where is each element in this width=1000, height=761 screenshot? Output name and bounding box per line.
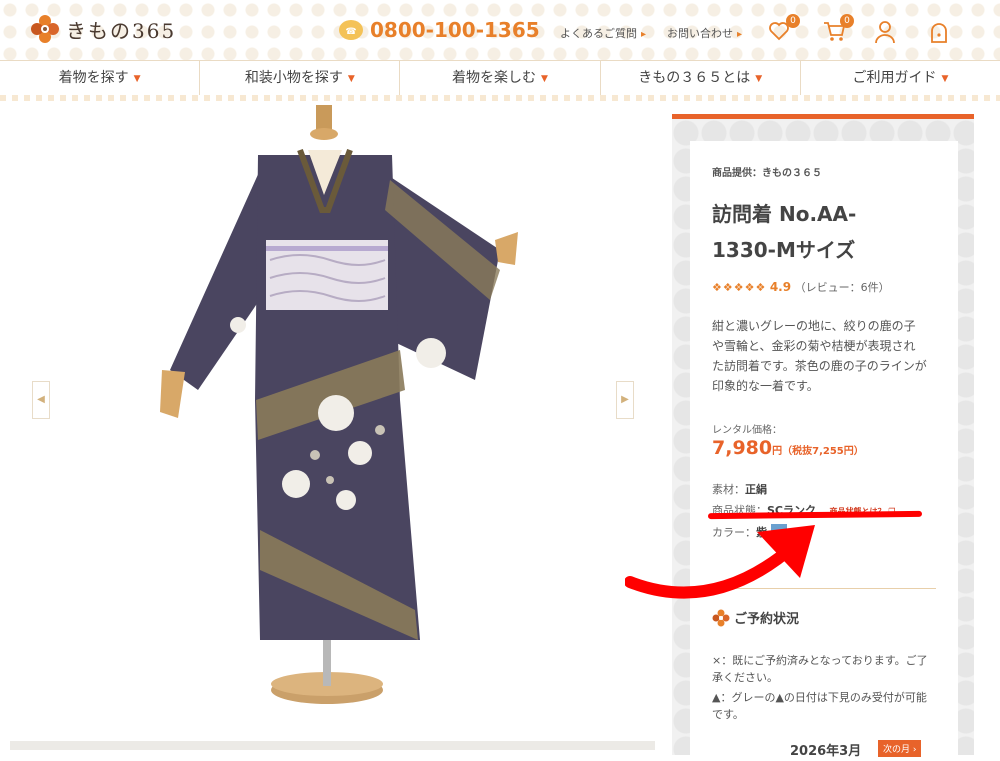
- material-label: 素材：: [712, 483, 745, 496]
- price-unit: 円: [772, 446, 783, 457]
- user-icon: [875, 21, 895, 44]
- nav-label: ご利用ガイド: [852, 70, 937, 86]
- cart-button[interactable]: 0: [822, 14, 854, 44]
- nav-item-guide[interactable]: ご利用ガイド ▼: [799, 61, 1000, 95]
- rating-value: 4.9: [769, 280, 792, 294]
- site-logo[interactable]: きもの365: [30, 14, 176, 44]
- caret-down-icon: ▼: [133, 74, 141, 84]
- product-photo: [160, 105, 518, 704]
- product-description: 紺と濃いグレーの地に、絞りの鹿の子や雪輪と、金彩の菊や桔梗が表現された訪問着です…: [712, 319, 927, 393]
- reservation-note-booked: ×：既にご予約済みとなっております。ご了承ください。: [712, 654, 928, 684]
- nav-label: 着物を楽しむ: [452, 70, 537, 86]
- price-tax: （税抜7,255円）: [782, 446, 864, 457]
- faq-link[interactable]: よくあるご質問: [560, 25, 646, 41]
- product-info-card: 商品提供：きもの３６５ 訪問着 No.AA-1330-Mサイズ ❖❖❖❖❖ 4.…: [690, 141, 958, 761]
- caret-down-icon: ▼: [347, 74, 355, 84]
- contact-link[interactable]: お問い合わせ: [667, 25, 742, 41]
- main-nav: 着物を探す ▼ 和装小物を探す ▼ 着物を楽しむ ▼ きもの３６５とは ▼ ご利用ガイド…: [0, 60, 1000, 96]
- material-value: 正絹: [745, 483, 767, 496]
- next-month-button[interactable]: 次の月 ›: [878, 740, 922, 757]
- carousel-prev-button[interactable]: ◀: [32, 381, 50, 419]
- cart-count-badge: 0: [840, 14, 854, 28]
- nav-label: 和装小物を探す: [244, 70, 343, 86]
- product-title: 訪問着 No.AA-1330-Mサイズ: [712, 202, 857, 262]
- lock-icon: [931, 23, 947, 43]
- caret-down-icon: ▼: [755, 74, 763, 84]
- chevron-right-icon: ▶: [621, 394, 629, 405]
- thumbnail-strip: [10, 741, 655, 750]
- price-label: レンタル価格：: [712, 425, 782, 436]
- nav-item-enjoy-kimono[interactable]: 着物を楽しむ ▼: [399, 61, 599, 95]
- annotation-arrow-icon: [625, 525, 815, 599]
- login-button[interactable]: [928, 20, 952, 44]
- site-header: きもの365 ☎ 0800-100-1365 よくあるご質問 お問い合わせ 0 …: [0, 0, 1000, 60]
- nav-label: 着物を探す: [58, 70, 129, 86]
- product-info-panel: 商品提供：きもの３６５ 訪問着 No.AA-1330-Mサイズ ❖❖❖❖❖ 4.…: [672, 114, 974, 761]
- phone-icon: ☎: [339, 20, 363, 40]
- phone-number[interactable]: ☎ 0800-100-1365: [338, 18, 540, 42]
- nav-item-search-accessories[interactable]: 和装小物を探す ▼: [199, 61, 399, 95]
- rating-row[interactable]: ❖❖❖❖❖ 4.9 （レビュー：6件）: [712, 279, 890, 295]
- price-value: 7,980: [712, 437, 773, 459]
- logo-text: きもの365: [66, 18, 177, 43]
- caret-down-icon: ▼: [941, 74, 949, 84]
- nav-item-search-kimono[interactable]: 着物を探す ▼: [0, 61, 199, 95]
- material-row: 素材：正絹: [712, 481, 767, 497]
- favorite-button[interactable]: 0: [768, 14, 800, 44]
- star-rating-icon: ❖❖❖❖❖: [712, 281, 767, 294]
- nav-item-about[interactable]: きもの３６５とは ▼: [599, 61, 800, 95]
- phone-text: 0800-100-1365: [370, 18, 540, 42]
- provider-label: 商品提供：きもの３６５: [712, 168, 822, 179]
- nav-label: きもの３６５とは: [638, 70, 751, 86]
- svg-text:☎: ☎: [345, 27, 356, 37]
- reservation-note-preview: ▲：グレーの▲の日付は下見のみ受付が可能です。: [712, 691, 927, 721]
- price: 7,980円（税抜7,255円）: [712, 437, 864, 459]
- favorite-count-badge: 0: [786, 14, 800, 28]
- caret-down-icon: ▼: [541, 74, 548, 84]
- account-button[interactable]: [874, 20, 898, 44]
- logo-flower-icon: [31, 15, 59, 43]
- review-count: （レビュー：6件）: [794, 281, 890, 294]
- chevron-left-icon: ◀: [37, 394, 45, 405]
- carousel-next-button[interactable]: ▶: [616, 381, 634, 419]
